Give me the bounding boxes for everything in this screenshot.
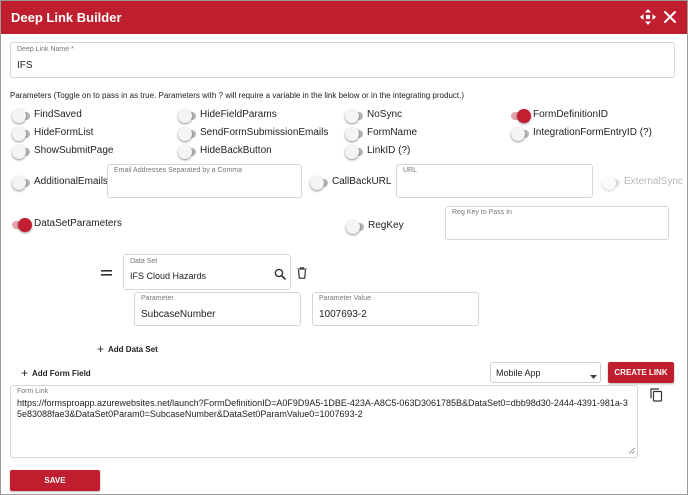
toggle-label: LinkID (?) — [367, 145, 411, 156]
platform-select-value: Mobile App — [496, 368, 541, 378]
toggle-additional-emails[interactable]: AdditionalEmails — [12, 176, 112, 190]
form-link-value: https://formsproapp.azurewebsites.net/la… — [17, 398, 628, 419]
add-form-field-button[interactable]: + Add Form Field — [21, 366, 91, 380]
chevron-down-icon — [590, 371, 597, 379]
drag-handle-icon[interactable] — [101, 269, 112, 277]
toggle-data-set-parameters[interactable]: DataSetParameters — [12, 218, 132, 232]
toggle-label: HideBackButton — [200, 145, 272, 156]
deep-link-builder-dialog: Deep Link Builder Deep Link Name * IFS P… — [0, 0, 688, 495]
deep-link-name-value: IFS — [17, 60, 33, 71]
toggle-hide-form-list[interactable]: HideFormList — [12, 127, 112, 141]
delete-icon[interactable] — [297, 267, 307, 279]
callback-url-label: URL — [403, 167, 418, 174]
toggle-label: HideFieldParams — [200, 109, 277, 120]
email-addresses-field[interactable]: Email Addresses Separated by a Comma — [107, 164, 302, 198]
toggle-label: FindSaved — [34, 109, 82, 120]
toggle-label: FormName — [367, 127, 418, 138]
toggle-label: FormDefinitionID — [533, 109, 609, 120]
move-arrows-icon[interactable] — [639, 8, 657, 26]
platform-select[interactable]: Mobile App — [490, 362, 601, 383]
email-addresses-label: Email Addresses Separated by a Comma — [114, 167, 243, 174]
parameter-label: Parameter — [141, 295, 174, 302]
toggle-reg-key[interactable]: RegKey — [346, 220, 446, 234]
toggle-find-saved[interactable]: FindSaved — [12, 109, 112, 123]
data-set-value: IFS Cloud Hazards — [130, 271, 207, 281]
reg-key-field[interactable]: Reg Key to Pass In — [445, 206, 669, 240]
deep-link-name-field[interactable]: Deep Link Name * IFS — [10, 42, 675, 78]
copy-icon[interactable] — [650, 388, 663, 402]
toggle-label: ExternalSync — [624, 176, 683, 187]
plus-icon: + — [21, 366, 29, 380]
plus-icon: + — [97, 342, 105, 356]
toggle-link-id[interactable]: LinkID (?) — [345, 145, 445, 159]
parameter-value: SubcaseNumber — [141, 309, 216, 320]
toggle-label: HideFormList — [34, 127, 94, 138]
parameters-heading: Parameters (Toggle on to pass in as true… — [10, 91, 465, 100]
form-link-label: Form Link — [17, 388, 49, 395]
data-set-label: Data Set — [130, 258, 158, 265]
toggle-label: IntegrationFormEntryID (?) — [533, 127, 652, 138]
toggle-label: NoSync — [367, 109, 403, 120]
toggle-label: ShowSubmitPage — [34, 145, 114, 156]
reg-key-label: Reg Key to Pass In — [452, 209, 512, 216]
form-link-textarea[interactable]: Form Link https://formsproapp.azurewebsi… — [10, 385, 638, 458]
save-button[interactable]: SAVE — [10, 470, 100, 491]
create-link-button[interactable]: CREATE LINK — [608, 362, 674, 383]
dialog-title: Deep Link Builder — [11, 10, 122, 25]
add-data-set-button[interactable]: + Add Data Set — [97, 342, 158, 356]
toggle-hide-back-button[interactable]: HideBackButton — [178, 145, 278, 159]
toggle-label: DataSetParameters — [34, 218, 122, 229]
parameter-field[interactable]: Parameter SubcaseNumber — [134, 292, 301, 326]
parameter-value-text: 1007693-2 — [319, 309, 367, 320]
toggle-label: AdditionalEmails — [34, 176, 108, 187]
toggle-show-submit-page[interactable]: ShowSubmitPage — [12, 145, 114, 159]
parameter-value-label: Parameter Value — [319, 295, 372, 302]
toggle-label: SendFormSubmissionEmails — [200, 127, 329, 138]
toggle-callback-url[interactable]: CallBackURL — [310, 176, 410, 190]
title-bar: Deep Link Builder — [1, 1, 687, 34]
resize-handle-icon[interactable] — [627, 446, 635, 454]
toggle-no-sync[interactable]: NoSync — [345, 109, 445, 123]
parameter-value-field[interactable]: Parameter Value 1007693-2 — [312, 292, 479, 326]
close-icon[interactable] — [661, 8, 679, 26]
toggle-hide-field-params[interactable]: HideFieldParams — [178, 109, 278, 123]
toggle-form-name[interactable]: FormName — [345, 127, 445, 141]
toggle-send-form-submission-emails[interactable]: SendFormSubmissionEmails — [178, 127, 328, 141]
callback-url-field[interactable]: URL — [396, 164, 593, 198]
toggle-label: RegKey — [368, 220, 404, 231]
deep-link-name-label: Deep Link Name * — [17, 46, 74, 53]
search-icon[interactable] — [274, 268, 286, 280]
toggle-form-definition-id[interactable]: FormDefinitionID — [511, 109, 611, 123]
add-form-field-label: Add Form Field — [32, 369, 91, 378]
toggle-external-sync: ExternalSync — [602, 176, 683, 190]
data-set-field[interactable]: Data Set IFS Cloud Hazards — [123, 254, 291, 290]
toggle-integration-form-entry-id[interactable]: IntegrationFormEntryID (?) — [511, 127, 661, 141]
add-data-set-label: Add Data Set — [108, 345, 158, 354]
toggle-label: CallBackURL — [332, 176, 392, 187]
